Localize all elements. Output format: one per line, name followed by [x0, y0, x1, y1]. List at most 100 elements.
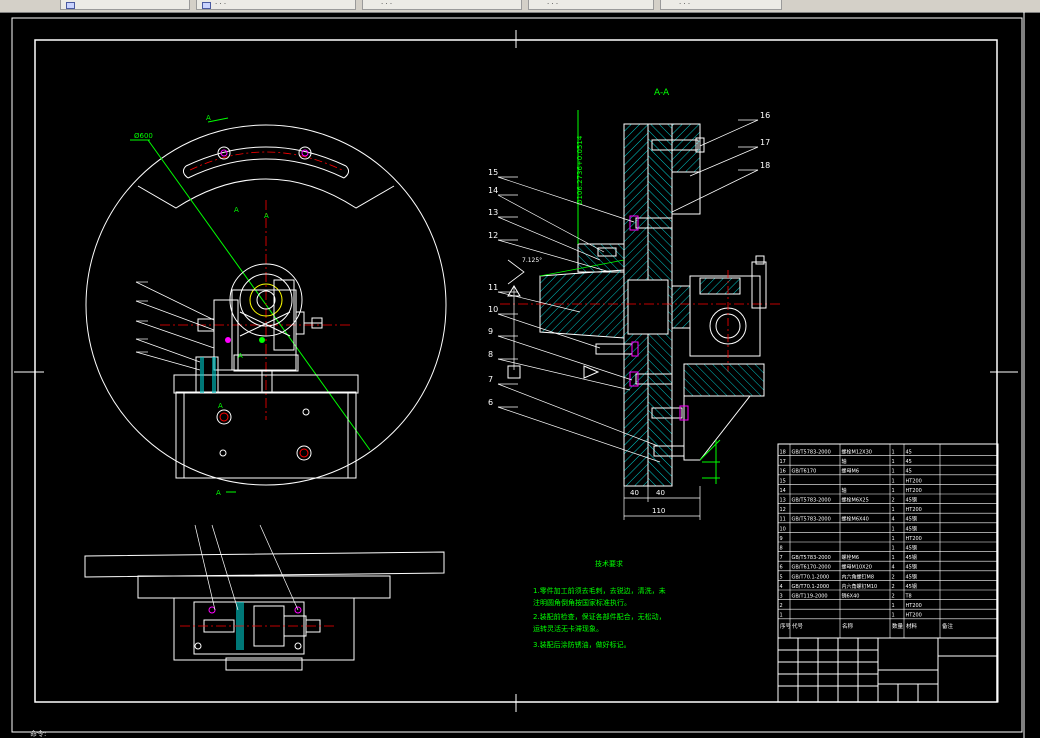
note-line: 3.装配后涂防锈油，做好标记。	[533, 641, 631, 649]
table-cell: 螺栓M6	[842, 554, 860, 561]
table-cell: GB/T6170	[792, 469, 817, 475]
table-header-cell: 名称	[842, 622, 854, 630]
table-cell: 45钢	[906, 554, 917, 561]
table-cell: 轴	[842, 487, 847, 494]
table-cell: HT200	[906, 536, 922, 542]
table-cell: 轴	[842, 458, 847, 465]
table-cell: 15	[780, 478, 786, 484]
document-tab-4[interactable]: · · ·	[528, 0, 654, 10]
table-cell: 7	[780, 555, 783, 561]
drawing-file-icon	[202, 2, 211, 9]
tab-label: · · ·	[381, 0, 393, 8]
svg-text:7.125°: 7.125°	[522, 257, 542, 264]
section-mark: A	[216, 489, 221, 497]
table-cell: 17	[780, 459, 786, 465]
callout-number: 15	[488, 168, 498, 177]
front-view: Ø600 A A A A A A	[85, 114, 447, 497]
table-cell: 45钢	[906, 525, 917, 532]
note-line: 注明圆角倒角按国家标准执行。	[533, 599, 631, 607]
table-cell: 内六角螺钉M10	[842, 583, 878, 590]
callout-number: 9	[488, 327, 493, 336]
table-cell: GB/T70.1-2000	[792, 574, 830, 580]
table-cell: 1	[892, 526, 895, 532]
table-cell: 1	[892, 459, 895, 465]
table-cell: 1	[892, 546, 895, 552]
table-cell: 1	[780, 613, 783, 619]
section-mark: A	[264, 212, 269, 220]
table-cell: 11	[780, 517, 786, 523]
table-cell: 13	[780, 498, 786, 504]
table-cell: 螺母M6	[842, 468, 860, 475]
table-cell: 9	[780, 536, 783, 542]
parts-list-table: 18 GB/T5783-2000 螺栓M12X30 1 4517 轴 1 4516 GB/T61…	[777, 443, 999, 703]
dimension-110: 110	[652, 507, 665, 515]
command-line[interactable]: 命令:	[30, 730, 46, 738]
section-view-label: A-A	[654, 88, 670, 98]
document-tab-1[interactable]	[60, 0, 190, 10]
table-cell: HT200	[906, 507, 922, 513]
top-view	[84, 524, 445, 671]
table-cell: 螺母M10X20	[842, 564, 872, 571]
table-cell: GB/T5783-2000	[792, 555, 831, 561]
table-cell: 45钢	[906, 573, 917, 580]
svg-text:Ø106.2736+0.0514: Ø106.2736+0.0514	[576, 135, 584, 205]
table-cell: 3	[780, 594, 783, 600]
sheet-outer-border	[11, 17, 1023, 733]
table-cell: 45钢	[906, 583, 917, 590]
arc-slot-outer	[185, 146, 347, 167]
table-cell: 螺栓M6X40	[842, 516, 869, 523]
callout-number: 13	[488, 208, 498, 217]
note-line: 2.装配前检查，保证各部件配合，无松动，	[533, 613, 666, 621]
callout-number: 18	[760, 161, 770, 170]
table-cell: 1	[892, 450, 895, 456]
dimension-40-left: 40	[630, 489, 639, 497]
table-cell: 1	[892, 613, 895, 619]
sheet-inner-frame	[34, 39, 998, 703]
section-mark: A	[234, 206, 239, 214]
table-cell: HT200	[906, 603, 922, 609]
section-view: Ø106.2736+0.0514 40 40 110 7.125°	[500, 110, 780, 520]
table-cell: GB/T5783-2000	[792, 517, 831, 523]
table-cell: 螺栓M6X25	[842, 497, 869, 504]
tab-label: · · ·	[547, 0, 559, 8]
drawing-canvas[interactable]: Ø600 A A A A A A Ø106.2736+0.0514 40 40 …	[0, 12, 1040, 738]
table-cell: 螺栓M12X30	[842, 449, 872, 456]
note-line: 1.零件加工前须去毛刺，去锐边，清洗，未	[533, 587, 666, 595]
table-cell: HT200	[906, 613, 922, 619]
disc-top-outline	[84, 551, 445, 578]
table-cell: 2	[892, 574, 895, 580]
table-cell: HT200	[906, 488, 922, 494]
table-cell: 2	[892, 584, 895, 590]
table-cell: 12	[780, 507, 786, 513]
table-cell: 1	[892, 488, 895, 494]
table-cell: 6	[780, 565, 783, 571]
table-cell: GB/T5783-2000	[792, 450, 831, 456]
tab-label: · · ·	[215, 0, 227, 8]
table-cell: 14	[780, 488, 786, 494]
table-header-cell: 代号	[792, 622, 804, 630]
technical-requirements-title: 技术要求	[595, 560, 623, 568]
dimension-40-right: 40	[656, 489, 665, 497]
table-cell: 45	[906, 459, 912, 465]
table-cell: 2	[892, 498, 895, 504]
section-mark: A	[238, 352, 243, 360]
callout-number: 10	[488, 305, 498, 314]
section-mark: A	[218, 402, 223, 410]
table-header-cell: 备注	[942, 622, 954, 630]
document-tab-2[interactable]: · · ·	[196, 0, 356, 10]
table-cell: GB/T70.1-2000	[792, 584, 830, 590]
table-cell: 1	[892, 536, 895, 542]
table-cell: 4	[780, 584, 783, 590]
document-tab-3[interactable]: · · ·	[362, 0, 522, 10]
diameter-label: Ø600	[134, 132, 153, 140]
section-mark: A	[206, 114, 211, 122]
document-tab-5[interactable]: · · ·	[660, 0, 782, 10]
table-cell: 1	[892, 478, 895, 484]
table-cell: 10	[780, 526, 786, 532]
table-cell: 销6X40	[842, 593, 860, 600]
arc-slot-inner	[187, 158, 345, 179]
callout-number: 6	[488, 398, 493, 407]
table-cell: 16	[780, 469, 786, 475]
table-cell: 1	[892, 603, 895, 609]
callout-leader	[497, 358, 631, 391]
